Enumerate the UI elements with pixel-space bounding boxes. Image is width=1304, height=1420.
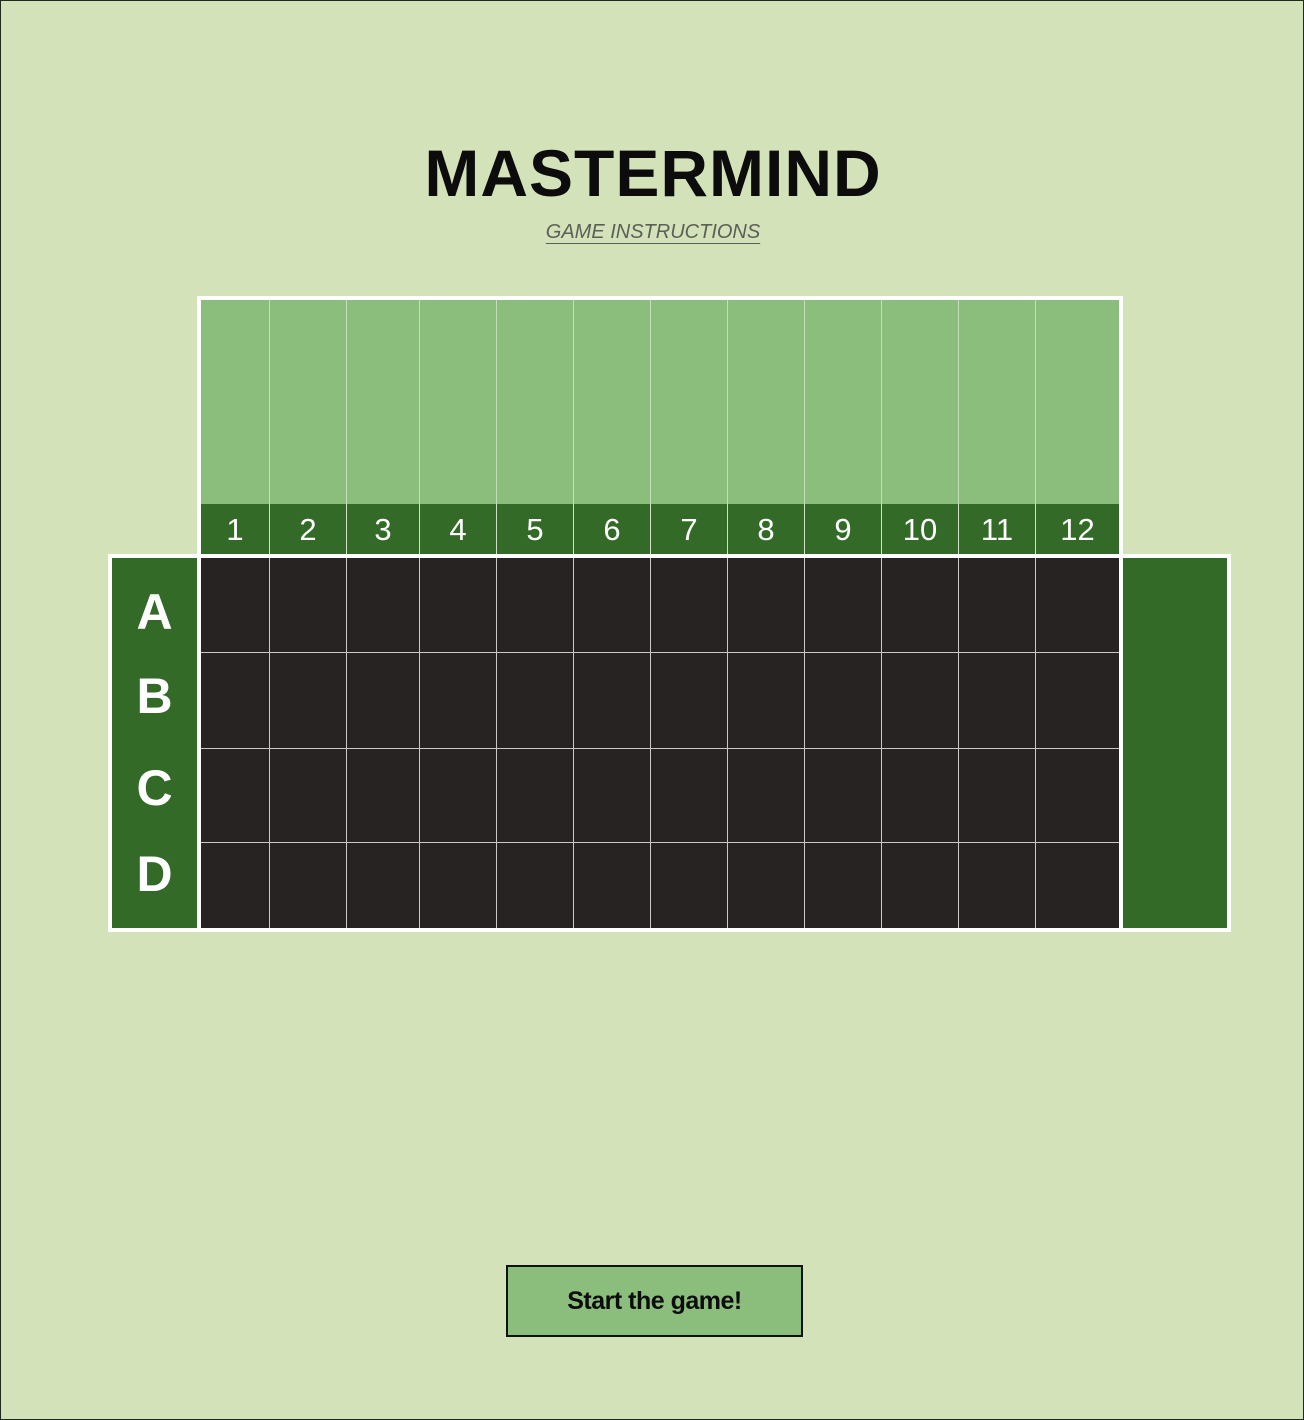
guess-slot-D4[interactable] (420, 843, 497, 928)
guess-slot-A2[interactable] (270, 558, 347, 653)
game-title: MASTERMIND (424, 136, 882, 210)
guess-slot-D11[interactable] (959, 843, 1036, 928)
guess-slot-D8[interactable] (728, 843, 805, 928)
guess-slot-A5[interactable] (497, 558, 574, 653)
feedback-column-6 (574, 300, 651, 504)
guess-grid (201, 558, 1119, 928)
guess-slot-C1[interactable] (201, 749, 270, 843)
feedback-column-7 (651, 300, 728, 504)
guess-slot-B10[interactable] (882, 653, 959, 749)
guess-slot-C12[interactable] (1036, 749, 1119, 843)
column-number-label: 5 (497, 504, 574, 556)
feedback-peg-area (197, 296, 1123, 504)
guess-slot-C6[interactable] (574, 749, 651, 843)
start-game-button[interactable]: Start the game! (506, 1265, 803, 1337)
game-instructions-container: GAME INSTRUCTIONS (1, 219, 1304, 245)
guess-slot-C5[interactable] (497, 749, 574, 843)
guess-slot-D10[interactable] (882, 843, 959, 928)
column-number-label: 3 (347, 504, 420, 556)
guess-slot-A6[interactable] (574, 558, 651, 653)
feedback-column-11 (959, 300, 1036, 504)
guess-slot-B1[interactable] (201, 653, 270, 749)
guess-slot-B2[interactable] (270, 653, 347, 749)
guess-slot-B11[interactable] (959, 653, 1036, 749)
row-label: D (136, 846, 173, 902)
guess-slot-A7[interactable] (651, 558, 728, 653)
row-label: A (136, 584, 173, 640)
column-number-label: 4 (420, 504, 497, 556)
guess-slot-D3[interactable] (347, 843, 420, 928)
guess-slot-C2[interactable] (270, 749, 347, 843)
result-panel (1123, 558, 1227, 928)
column-number-label: 12 (1060, 512, 1095, 547)
guess-slot-B8[interactable] (728, 653, 805, 749)
guess-slot-C9[interactable] (805, 749, 882, 843)
guess-slot-A3[interactable] (347, 558, 420, 653)
guess-slot-A1[interactable] (201, 558, 270, 653)
guess-slot-C8[interactable] (728, 749, 805, 843)
column-number-label: 9 (805, 504, 882, 556)
guess-slot-B6[interactable] (574, 653, 651, 749)
feedback-column-8 (728, 300, 805, 504)
guess-slot-B9[interactable] (805, 653, 882, 749)
guess-slot-B4[interactable] (420, 653, 497, 749)
guess-slot-B3[interactable] (347, 653, 420, 749)
feedback-column-1 (201, 300, 270, 504)
guess-slot-D2[interactable] (270, 843, 347, 928)
column-number-label: 1 (201, 504, 270, 556)
feedback-column-3 (347, 300, 420, 504)
guess-slot-D6[interactable] (574, 843, 651, 928)
guess-slot-A4[interactable] (420, 558, 497, 653)
feedback-column-2 (270, 300, 347, 504)
guess-slot-B12[interactable] (1036, 653, 1119, 749)
guess-slot-D7[interactable] (651, 843, 728, 928)
game-instructions-link[interactable]: GAME INSTRUCTIONS (546, 221, 760, 243)
feedback-column-4 (420, 300, 497, 504)
guess-slot-D9[interactable] (805, 843, 882, 928)
guess-slot-C11[interactable] (959, 749, 1036, 843)
column-number-label: 10 (882, 504, 959, 556)
guess-slot-A11[interactable] (959, 558, 1036, 653)
column-number-label: 7 (651, 504, 728, 556)
guess-slot-C4[interactable] (420, 749, 497, 843)
guess-slot-D5[interactable] (497, 843, 574, 928)
column-number-label: 8 (728, 504, 805, 556)
column-number-label: 11 (959, 504, 1036, 556)
feedback-column-5 (497, 300, 574, 504)
guess-slot-A10[interactable] (882, 558, 959, 653)
feedback-column-12 (1036, 300, 1119, 504)
column-number-row: 1 2 3 4 5 6 7 8 9 10 11 12 (197, 504, 1123, 556)
game-board: ABCD (108, 554, 1231, 932)
row-label: C (136, 760, 173, 816)
guess-slot-D12[interactable] (1036, 843, 1119, 928)
guess-slot-A8[interactable] (728, 558, 805, 653)
row-label: B (136, 668, 173, 724)
guess-slot-B5[interactable] (497, 653, 574, 749)
guess-slot-A12[interactable] (1036, 558, 1119, 653)
row-label-column: ABCD (112, 558, 197, 928)
feedback-column-10 (882, 300, 959, 504)
guess-slot-A9[interactable] (805, 558, 882, 653)
column-number-label: 2 (270, 504, 347, 556)
feedback-column-9 (805, 300, 882, 504)
guess-slot-B7[interactable] (651, 653, 728, 749)
guess-slot-C7[interactable] (651, 749, 728, 843)
column-number-label: 6 (574, 504, 651, 556)
guess-slot-C10[interactable] (882, 749, 959, 843)
guess-slot-D1[interactable] (201, 843, 270, 928)
guess-slot-C3[interactable] (347, 749, 420, 843)
